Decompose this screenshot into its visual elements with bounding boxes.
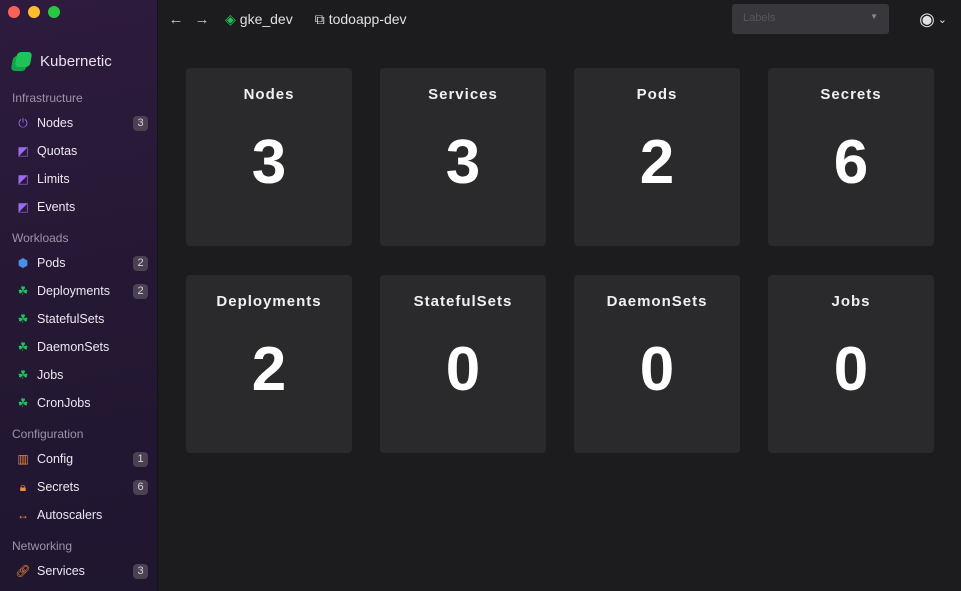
card-title: Services	[428, 86, 498, 103]
card-value: 0	[639, 335, 675, 404]
sidebar-item-label: Events	[37, 200, 76, 214]
sidebar-item-secrets[interactable]: 🔒︎ Secrets 6	[16, 476, 148, 498]
card-title: Pods	[636, 86, 678, 103]
external-link-icon: ◩	[17, 200, 29, 214]
card-value: 0	[445, 335, 481, 404]
card-title: Secrets	[820, 86, 882, 103]
namespace-selector[interactable]: ⧉ todoapp-dev	[315, 11, 407, 28]
forward-button[interactable]: →	[193, 11, 211, 28]
sidebar-item-label: Limits	[37, 172, 70, 186]
brand: Kubernetic	[10, 51, 112, 71]
external-link-icon: ◩	[17, 144, 29, 158]
card-secrets[interactable]: Secrets 6	[768, 68, 934, 246]
card-title: Jobs	[831, 293, 871, 310]
card-pods[interactable]: Pods 2	[574, 68, 740, 246]
cubes-icon: ☘	[17, 368, 29, 382]
card-title: Nodes	[243, 86, 295, 103]
app-name: Kubernetic	[40, 52, 112, 70]
section-networking: Networking	[12, 539, 73, 553]
labels-placeholder: Labels	[743, 12, 776, 24]
card-title: Deployments	[216, 293, 322, 310]
sidebar-item-quotas[interactable]: ◩ Quotas	[16, 140, 148, 162]
count-badge: 2	[133, 255, 148, 271]
card-title: StatefulSets	[413, 293, 513, 310]
power-icon: ⏻	[18, 115, 28, 130]
caret-down-icon: ▼	[870, 12, 878, 21]
copy-icon: ⧉	[314, 10, 325, 27]
cubes-icon: ☘	[17, 312, 29, 326]
user-menu[interactable]: ◉ ⌄	[919, 9, 947, 30]
sidebar-item-limits[interactable]: ◩ Limits	[16, 168, 148, 190]
maximize-window-button[interactable]	[48, 6, 60, 18]
card-value: 3	[251, 128, 287, 197]
sidebar-item-deployments[interactable]: ☘ Deployments 2	[16, 280, 148, 302]
labels-select[interactable]: Labels ▼	[732, 4, 889, 34]
back-button[interactable]: ←	[167, 11, 185, 28]
section-configuration: Configuration	[12, 427, 84, 441]
count-badge: 1	[133, 451, 148, 467]
namespace-name: todoapp-dev	[328, 11, 407, 27]
sidebar-item-label: Config	[37, 452, 74, 466]
sidebar-item-statefulsets[interactable]: ☘ StatefulSets	[16, 308, 148, 330]
card-statefulsets[interactable]: StatefulSets 0	[380, 275, 546, 453]
sidebar-item-events[interactable]: ◩ Events	[16, 196, 148, 218]
minimize-window-button[interactable]	[28, 6, 40, 18]
cluster-name: gke_dev	[239, 11, 293, 27]
layers-icon: ◈	[225, 10, 236, 27]
sidebar-item-cronjobs[interactable]: ☘ CronJobs	[16, 392, 148, 414]
card-nodes[interactable]: Nodes 3	[186, 68, 352, 246]
cubes-icon: ☘	[17, 396, 29, 410]
sidebar-item-label: Pods	[37, 256, 66, 270]
sidebar-item-autoscalers[interactable]: ↔ Autoscalers	[16, 504, 148, 526]
sidebar-item-label: Nodes	[37, 116, 74, 130]
section-workloads: Workloads	[12, 231, 69, 245]
sidebar-item-jobs[interactable]: ☘ Jobs	[16, 364, 148, 386]
sidebar: Kubernetic Infrastructure ⏻ Nodes 3 ◩ Quota…	[0, 0, 158, 591]
card-value: 3	[445, 128, 481, 197]
sidebar-item-label: Secrets	[37, 480, 80, 494]
chevron-down-icon: ⌄	[937, 14, 947, 26]
lock-icon: 🔒︎	[19, 479, 27, 494]
window-controls	[8, 6, 60, 18]
sidebar-item-label: StatefulSets	[37, 312, 105, 326]
card-value: 6	[833, 128, 869, 197]
section-infrastructure: Infrastructure	[12, 91, 83, 105]
count-badge: 2	[133, 283, 148, 299]
sidebar-item-services[interactable]: 🔗︎ Services 3	[15, 560, 148, 582]
card-value: 0	[833, 335, 869, 404]
cluster-selector[interactable]: ◈ gke_dev	[225, 11, 293, 28]
card-jobs[interactable]: Jobs 0	[768, 275, 934, 453]
link-icon: 🔗︎	[15, 564, 31, 578]
count-badge: 3	[133, 115, 148, 131]
sidebar-item-daemonsets[interactable]: ☘ DaemonSets	[16, 336, 148, 358]
sidebar-item-label: Jobs	[37, 368, 64, 382]
card-deployments[interactable]: Deployments 2	[186, 275, 352, 453]
sidebar-item-label: CronJobs	[37, 396, 91, 410]
sidebar-item-label: Deployments	[37, 284, 110, 298]
sidebar-item-label: DaemonSets	[37, 340, 110, 354]
user-circle-icon: ◉	[919, 9, 935, 29]
topbar: ← → ◈ gke_dev ⧉ todoapp-dev Labels ▼ ◉ ⌄	[159, 0, 961, 38]
sidebar-item-config[interactable]: ▥ Config 1	[16, 448, 148, 470]
cubes-icon: ☘	[17, 340, 29, 354]
map-icon: ▥	[17, 452, 29, 466]
arrows-horizontal-icon: ↔	[17, 508, 29, 522]
external-link-icon: ◩	[17, 172, 29, 186]
sidebar-item-pods[interactable]: ⬢ Pods 2	[16, 252, 148, 274]
count-badge: 3	[133, 563, 148, 579]
cubes-icon: ☘	[17, 284, 29, 298]
card-value: 2	[639, 128, 675, 197]
sidebar-item-label: Quotas	[37, 144, 78, 158]
card-value: 2	[251, 335, 287, 404]
card-services[interactable]: Services 3	[380, 68, 546, 246]
cube-icon: ⬢	[17, 256, 29, 270]
sidebar-item-label: Services	[37, 564, 85, 578]
sidebar-item-nodes[interactable]: ⏻ Nodes 3	[16, 112, 148, 134]
close-window-button[interactable]	[8, 6, 20, 18]
sidebar-item-label: Autoscalers	[37, 508, 103, 522]
kubernetic-logo-icon	[10, 51, 33, 71]
card-title: DaemonSets	[606, 293, 708, 310]
count-badge: 6	[133, 479, 148, 495]
card-daemonsets[interactable]: DaemonSets 0	[574, 275, 740, 453]
